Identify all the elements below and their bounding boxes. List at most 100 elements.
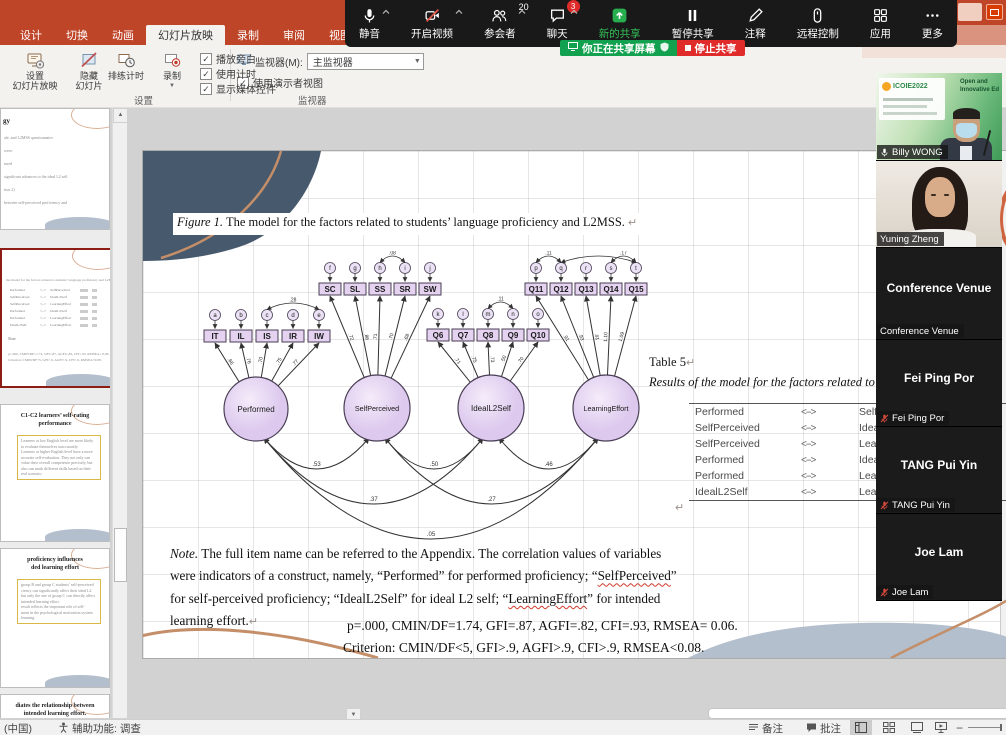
notes-button[interactable]: 备注 xyxy=(748,721,783,735)
thumbnail-text-line: but only the one of group C can directly… xyxy=(21,593,97,599)
accessibility-status[interactable]: 辅助功能: 调查 xyxy=(58,721,141,735)
thumbnail-heading: diates the relationship between xyxy=(1,703,109,710)
error-covariance-value: .08 xyxy=(389,251,396,257)
indicator-box-label: IT xyxy=(211,332,218,341)
speaker-head xyxy=(953,110,980,142)
comments-button[interactable]: 批注 xyxy=(806,721,841,735)
chevron-down-icon: ▼ xyxy=(169,81,175,91)
camera-off-icon xyxy=(424,6,441,25)
mic-on-icon xyxy=(880,148,889,157)
participant-tile-conference-venue[interactable]: Conference VenueConference Venue xyxy=(876,248,1002,340)
ribbon-button-3[interactable]: 排练计时 xyxy=(104,49,148,81)
factor-loading: .77 xyxy=(291,358,300,367)
ribbon-checkbox-1[interactable]: ✓播放旁白 xyxy=(200,51,256,66)
toolbar-item-label: 更多 xyxy=(922,26,943,41)
slide-thumbnail-5[interactable]: diates the relationship betweenintended … xyxy=(0,694,110,718)
indicator-box-label: Q9 xyxy=(508,331,519,340)
tab-录制[interactable]: 录制 xyxy=(225,25,271,45)
monitor-dropdown-value: 主监视器 xyxy=(313,54,353,69)
tab-审阅[interactable]: 审阅 xyxy=(271,25,317,45)
indicator-box-label: Q12 xyxy=(553,285,569,294)
tab-动画[interactable]: 动画 xyxy=(100,25,146,45)
slide-thumbnail-3[interactable]: C1-C2 learners’ self-ratingperformanceLe… xyxy=(0,404,110,542)
thumbnail-table-row: IdealL2Self<-->LearningEffort xyxy=(10,323,102,327)
comments-label: 批注 xyxy=(820,721,841,735)
ribbon-checkbox-3[interactable]: ✓显示媒体控件 xyxy=(200,81,276,96)
comment-icon xyxy=(806,722,817,735)
checkbox-icon: ✓ xyxy=(200,83,212,95)
participant-tile-fei-ping-por[interactable]: Fei Ping PorFei Ping Por xyxy=(876,340,1002,427)
poster-detail-bar xyxy=(883,105,927,108)
chevron-down-icon: ▼ xyxy=(414,58,421,65)
tab-幻灯片放映[interactable]: 幻灯片放映 xyxy=(146,25,225,45)
participant-tile-tang-pui-yin[interactable]: TANG Pui YinTANG Pui Yin xyxy=(876,427,1002,514)
window-control-icon[interactable] xyxy=(986,4,1003,20)
toolbar-remote-control[interactable]: 远程控制 xyxy=(793,0,843,47)
thumbnail-text-line: ale, and L2MSS questionnaire: xyxy=(4,135,54,141)
poster-title-line2: Innovative Ed xyxy=(960,87,999,95)
participant-tile-billy-wong[interactable]: ICOIE2022Open andInnovative EdBilly WONG xyxy=(876,73,1002,161)
reading-view-button[interactable] xyxy=(906,720,928,735)
zoom-out-button[interactable]: − xyxy=(956,721,963,735)
sharing-status-text: 你正在共享屏幕 xyxy=(582,41,656,56)
factor-loading: .70 xyxy=(517,356,526,365)
thumbnail-callout-box: group B and group C students’ self-perce… xyxy=(17,579,101,624)
slide-sorter-view-button[interactable] xyxy=(878,720,900,735)
toolbar-more[interactable]: 更多 xyxy=(918,0,947,47)
table-cell-arrow: <--> xyxy=(801,471,859,482)
accessibility-text: 辅助功能: 调查 xyxy=(72,721,141,735)
participant-tile-yuning-zheng[interactable]: Yuning Zheng xyxy=(876,161,1002,248)
error-term-label: j xyxy=(428,266,430,272)
horizontal-scrollbar[interactable] xyxy=(708,708,1006,719)
thumbnail-scrollbar[interactable]: ▲ xyxy=(112,108,127,718)
ribbon-button-label: 录制 xyxy=(163,71,181,81)
participant-tile-joe-lam[interactable]: Joe LamJoe Lam xyxy=(876,514,1002,601)
indicator-box-label: Q10 xyxy=(530,331,546,340)
ribbon-button-label: 幻灯片放映 xyxy=(12,81,57,91)
toolbar-microphone[interactable]: 静音 xyxy=(355,0,384,47)
normal-view-button[interactable] xyxy=(850,720,872,735)
factor-loading: .50 xyxy=(500,355,508,364)
slideshow-view-button[interactable] xyxy=(930,720,952,735)
toolbar-apps[interactable]: 应用 xyxy=(866,0,895,47)
mic-muted-icon xyxy=(880,414,889,423)
slide-thumbnail-1[interactable]: gyale, and L2MSS questionnaire:were:ture… xyxy=(0,108,110,230)
indicator-box-label: IW xyxy=(314,332,324,341)
toolbar-participants[interactable]: 20参会者 xyxy=(480,0,520,47)
thumbnail-text-line: real scenario. xyxy=(21,471,97,477)
chevron-up-icon xyxy=(455,6,463,18)
error-term-label: d xyxy=(291,313,294,319)
scrollbar-thumb[interactable] xyxy=(114,528,127,582)
pause-icon xyxy=(684,6,701,25)
thumbnail-heading: C1-C2 learners’ self-rating xyxy=(1,413,109,420)
participant-name-label: Yuning Zheng xyxy=(877,232,944,246)
toolbar-camera-off[interactable]: 开启视频 xyxy=(407,0,457,47)
figure-caption-text: The model for the factors related to stu… xyxy=(223,215,628,229)
tab-设计[interactable]: 设计 xyxy=(8,25,54,45)
language-indicator[interactable]: (中国) xyxy=(4,721,32,735)
factor-loading: .71 xyxy=(453,356,462,365)
thumbnail-text-line: Learners at low English level are more l… xyxy=(21,438,97,444)
monitor-dropdown[interactable]: 主监视器 ▼ xyxy=(307,53,424,70)
ribbon-button-1[interactable]: 设置幻灯片放映 xyxy=(10,49,60,91)
rehearse-timings-icon xyxy=(117,49,135,71)
poster-title: Open andInnovative Ed xyxy=(960,79,999,94)
titlebar-account-chip[interactable] xyxy=(958,3,982,21)
ribbon-checkbox-2[interactable]: ✓使用计时 xyxy=(200,66,256,81)
tab-切换[interactable]: 切换 xyxy=(54,25,100,45)
indicator-box-label: Q15 xyxy=(628,285,644,294)
slide-thumbnail-2[interactable]: the model for the factors related to stu… xyxy=(0,248,110,388)
checkbox-label: 使用计时 xyxy=(216,66,256,81)
stop-icon xyxy=(685,45,691,51)
zoom-slider-thumb[interactable] xyxy=(1000,724,1002,731)
scroll-up-icon[interactable]: ▲ xyxy=(113,108,128,123)
table-cell-left: Performed xyxy=(689,470,801,482)
error-term-label: s xyxy=(610,266,613,272)
toolbar-annotate[interactable]: 注释 xyxy=(741,0,770,47)
ribbon-button-4[interactable]: 录制▼ xyxy=(150,49,194,91)
thumbnail-text-line: tured xyxy=(4,161,12,167)
zoom-slider[interactable] xyxy=(968,727,1002,728)
slide-thumbnail-4[interactable]: proficiency influencesded learning effor… xyxy=(0,548,110,688)
stop-share-button[interactable]: 停止共享 xyxy=(677,40,745,56)
participant-name-text: Joe Lam xyxy=(892,587,928,598)
